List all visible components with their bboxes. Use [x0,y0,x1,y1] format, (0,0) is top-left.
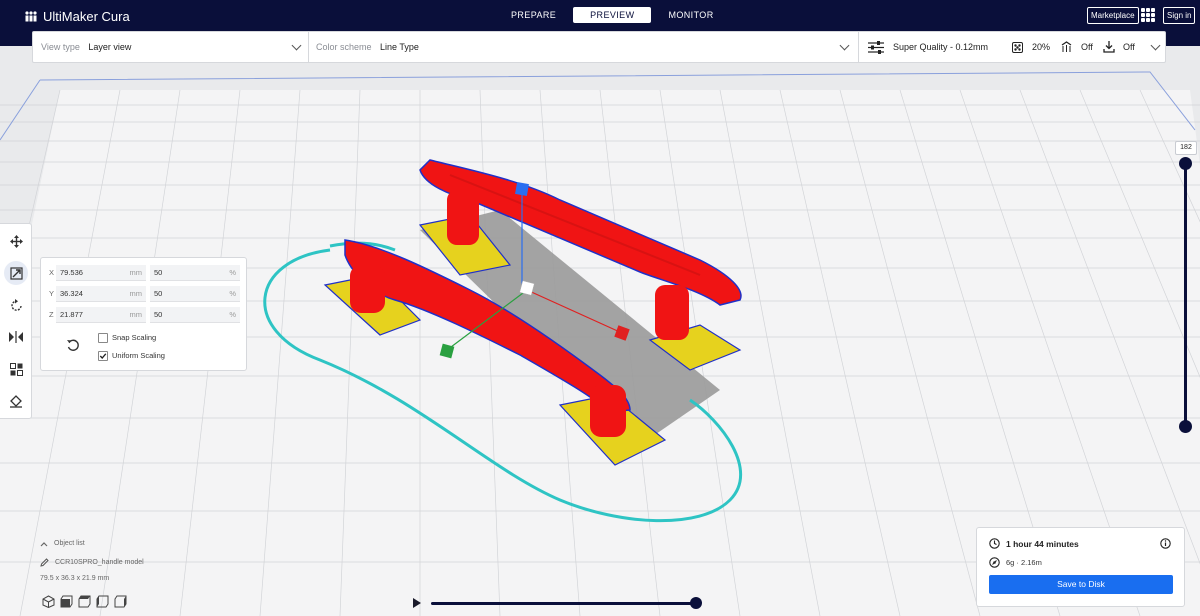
left-view-icon[interactable] [96,595,109,608]
tab-preview[interactable]: PREVIEW [573,7,652,23]
infill-value: 20% [1032,42,1051,52]
print-details-button[interactable] [1160,538,1171,552]
clock-icon [989,538,1000,549]
color-scheme-value: Line Type [380,42,419,52]
support-blocker-tool[interactable] [4,389,28,413]
divider [858,32,859,62]
print-time-row: 1 hour 44 minutes [989,538,1079,549]
chevron-down-icon[interactable] [1150,40,1161,51]
stage-tabs: PREPARE PREVIEW MONITOR [494,7,731,23]
axis-label: X [49,268,55,277]
adhesion-icon [1103,41,1115,53]
adhesion-setting[interactable]: Off [1103,32,1135,62]
scale-x-mm-input[interactable]: 79.536 mm [56,265,146,281]
print-info-card: 1 hour 44 minutes 6g · 2.16m Save to Dis… [976,527,1185,607]
uniform-scaling-label: Uniform Scaling [112,351,165,360]
infill-setting[interactable]: 20% [1012,32,1050,62]
object-list-toggle[interactable]: Object list [40,540,85,547]
scale-y-mm-input[interactable]: 36.324 mm [56,286,146,302]
scale-panel: X 79.536 mm 50 % Y 36.324 mm 50 % Z 21.8… [40,257,247,371]
save-to-disk-button[interactable]: Save to Disk [989,575,1173,594]
support-icon [1061,41,1072,52]
scale-row-z: Z 21.877 mm 50 % [41,307,248,323]
color-scheme-label: Color scheme [316,42,372,52]
scale-icon [9,266,23,280]
profile-name: Super Quality - 0.12mm [893,42,989,52]
mirror-tool[interactable] [4,325,28,349]
info-icon [1160,538,1171,549]
scale-y-percent-input[interactable]: 50 % [150,286,240,302]
support-value: Off [1081,42,1093,52]
axis-label: Z [49,310,54,319]
top-view-icon[interactable] [78,595,91,608]
front-view-icon[interactable] [60,595,73,608]
object-dimensions: 79.5 x 36.3 x 21.9 mm [40,575,110,582]
infill-icon [1012,41,1023,53]
object-name: CCR10SPRO_handle model [55,559,144,566]
apps-grid-icon[interactable] [1141,8,1155,22]
print-profile-selector[interactable]: Super Quality - 0.12mm [868,32,988,62]
layer-slider-lower-handle[interactable] [1179,420,1192,433]
view-type-value: Layer view [88,42,132,52]
path-slider-handle[interactable] [690,597,702,609]
sliders-icon [868,40,884,54]
per-model-settings-tool[interactable] [4,357,28,381]
material-usage: 6g · 2.16m [1006,558,1042,567]
move-tool[interactable] [4,229,28,253]
settings-bar: View type Layer view Color scheme Line T… [32,31,1166,63]
play-simulation-button[interactable] [413,598,421,608]
snap-scaling-checkbox[interactable] [98,333,108,343]
axis-label: Y [49,289,55,298]
divider [308,32,309,62]
move-icon [9,234,23,248]
material-row: 6g · 2.16m [989,557,1042,568]
support-blocker-icon [10,394,22,408]
scale-z-percent-input[interactable]: 50 % [150,307,240,323]
scale-row-x: X 79.536 mm 50 % [41,265,248,281]
adhesion-value: Off [1123,42,1135,52]
mirror-icon [9,331,23,343]
marketplace-button[interactable]: Marketplace [1087,7,1139,24]
support-setting[interactable]: Off [1060,32,1093,62]
color-scheme-selector[interactable]: Color scheme Line Type [316,32,419,62]
pencil-icon[interactable] [40,558,49,567]
scale-x-percent-input[interactable]: 50 % [150,265,240,281]
layer-number-input[interactable]: 182 [1175,141,1197,155]
chevron-up-icon [40,541,48,546]
camera-view-buttons [42,595,127,608]
snap-scaling-label: Snap Scaling [112,333,157,342]
checkmark-icon [99,353,107,359]
tool-panel [0,223,32,419]
scale-row-y: Y 36.324 mm 50 % [41,286,248,302]
tab-prepare[interactable]: PREPARE [494,7,573,23]
sign-in-button[interactable]: Sign in [1163,7,1196,24]
reset-icon [67,339,79,351]
uniform-scaling-checkbox[interactable] [98,351,108,361]
object-name-row: CCR10SPRO_handle model [40,558,144,567]
rotate-tool[interactable] [4,293,28,317]
ultimaker-logo-icon [25,11,37,22]
3d-view-icon[interactable] [42,595,55,608]
rotate-icon [10,298,22,311]
reset-scale-button[interactable] [66,338,82,354]
chevron-down-icon[interactable] [839,40,850,51]
view-type-label: View type [41,42,80,52]
spool-icon [989,557,1000,568]
view-type-selector[interactable]: View type Layer view [41,32,131,62]
path-slider-track[interactable] [431,602,695,605]
chevron-down-icon[interactable] [291,40,302,51]
tab-monitor[interactable]: MONITOR [651,7,730,23]
brand: UltiMaker Cura [24,9,130,24]
layer-slider-upper-handle[interactable] [1179,157,1192,170]
scale-z-mm-input[interactable]: 21.877 mm [56,307,146,323]
brand-name: UltiMaker Cura [43,9,130,24]
scale-tool[interactable] [4,261,28,285]
layer-slider-track[interactable] [1184,160,1187,428]
object-list-label: Object list [54,540,85,547]
right-view-icon[interactable] [114,595,127,608]
per-model-settings-icon [9,362,23,376]
print-time: 1 hour 44 minutes [1006,538,1079,549]
